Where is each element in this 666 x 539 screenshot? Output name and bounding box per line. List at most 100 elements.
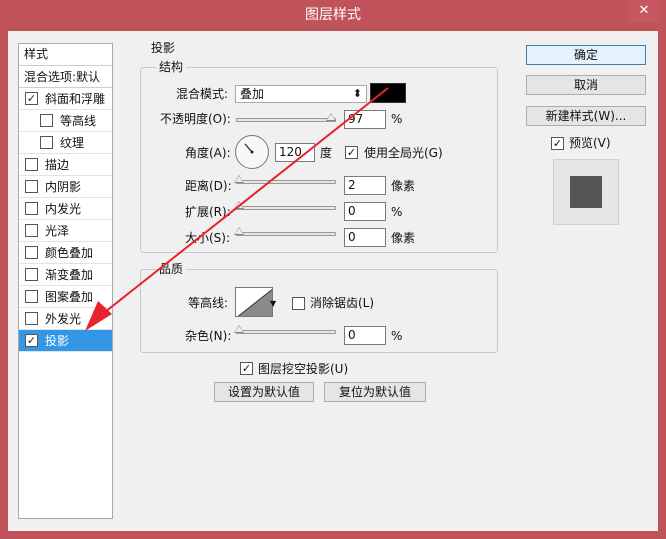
style-item-checkbox[interactable] xyxy=(25,202,38,215)
style-item[interactable]: 渐变叠加 xyxy=(19,264,112,286)
knockout-label[interactable]: 图层挖空投影(U) xyxy=(258,359,348,379)
noise-slider-thumb[interactable] xyxy=(234,325,244,333)
contour-dropdown-icon[interactable]: ▼ xyxy=(270,294,276,314)
size-slider-thumb[interactable] xyxy=(234,227,244,235)
style-item-label: 图案叠加 xyxy=(45,290,94,304)
style-item[interactable]: 光泽 xyxy=(19,220,112,242)
angle-dial[interactable] xyxy=(235,135,269,169)
style-item[interactable]: 颜色叠加 xyxy=(19,242,112,264)
structure-title: 结构 xyxy=(156,60,187,74)
opacity-input[interactable]: 97 xyxy=(344,110,386,129)
anti-alias-label[interactable]: 消除锯齿(L) xyxy=(310,293,374,313)
noise-label: 杂色(N): xyxy=(185,329,232,343)
blend-mode-label: 混合模式: xyxy=(176,87,229,101)
style-list: 样式 混合选项:默认 ✓ 斜面和浮雕等高线纹理描边内阴影内发光光泽颜色叠加渐变叠加… xyxy=(18,43,113,519)
style-item-label: 投影 xyxy=(45,334,70,348)
spread-input[interactable]: 0 xyxy=(344,202,386,221)
opacity-slider-track[interactable] xyxy=(236,118,336,122)
distance-slider-track[interactable] xyxy=(236,180,336,184)
style-item-label: 内发光 xyxy=(45,202,82,216)
style-item[interactable]: 图案叠加 xyxy=(19,286,112,308)
drop-shadow-title: 投影 xyxy=(148,41,179,55)
opacity-label: 不透明度(O): xyxy=(160,112,231,126)
noise-slider-track[interactable] xyxy=(236,330,336,334)
angle-label: 角度(A): xyxy=(185,146,231,160)
style-item-checkbox[interactable] xyxy=(25,180,38,193)
style-item-checkbox[interactable]: ✓ xyxy=(25,92,38,105)
style-item[interactable]: 等高线 xyxy=(19,110,112,132)
spread-label: 扩展(R): xyxy=(185,205,231,219)
size-label: 大小(S): xyxy=(185,231,231,245)
style-item-checkbox[interactable] xyxy=(25,290,38,303)
ok-button[interactable]: 确定 xyxy=(526,45,646,65)
distance-unit: 像素 xyxy=(391,179,416,193)
style-item-label: 外发光 xyxy=(45,312,82,326)
blend-mode-select[interactable]: 叠加 ⬍ xyxy=(235,85,367,103)
style-preview xyxy=(553,159,619,225)
linear-contour-icon xyxy=(237,288,272,316)
distance-input[interactable]: 2 xyxy=(344,176,386,195)
size-unit: 像素 xyxy=(391,231,416,245)
noise-input[interactable]: 0 xyxy=(344,326,386,345)
style-item[interactable]: 内发光 xyxy=(19,198,112,220)
style-item[interactable]: 内阴影 xyxy=(19,176,112,198)
close-button[interactable]: ✕ xyxy=(628,0,660,22)
style-item-checkbox[interactable] xyxy=(40,136,53,149)
style-item-label: 纹理 xyxy=(60,136,85,150)
style-item-checkbox[interactable] xyxy=(25,246,38,259)
style-item-label: 光泽 xyxy=(45,224,70,238)
spread-slider-thumb[interactable] xyxy=(234,201,244,209)
anti-alias-checkbox[interactable] xyxy=(292,297,305,310)
spread-unit: % xyxy=(391,205,403,219)
shadow-color-swatch[interactable] xyxy=(370,83,406,103)
make-default-button[interactable]: 设置为默认值 xyxy=(214,382,314,402)
angle-unit: 度 xyxy=(320,146,333,160)
size-input[interactable]: 0 xyxy=(344,228,386,247)
global-light-label[interactable]: 使用全局光(G) xyxy=(364,143,443,163)
blend-options-item[interactable]: 混合选项:默认 xyxy=(19,66,112,88)
preview-thumbnail xyxy=(570,176,602,208)
preview-label[interactable]: 预览(V) xyxy=(569,133,611,153)
size-slider-track[interactable] xyxy=(236,232,336,236)
style-item-checkbox[interactable] xyxy=(25,158,38,171)
layer-style-window: 图层样式 ✕ 样式 混合选项:默认 ✓ 斜面和浮雕等高线纹理描边内阴影内发光光泽颜… xyxy=(0,0,666,539)
style-item[interactable]: 纹理 xyxy=(19,132,112,154)
global-light-checkbox[interactable]: ✓ xyxy=(345,146,358,159)
noise-unit: % xyxy=(391,329,403,343)
style-item-label: 内阴影 xyxy=(45,180,82,194)
distance-slider-thumb[interactable] xyxy=(234,175,244,183)
style-item-checkbox[interactable]: ✓ xyxy=(25,334,38,347)
contour-picker[interactable] xyxy=(235,287,273,317)
reset-default-button[interactable]: 复位为默认值 xyxy=(324,382,426,402)
opacity-slider-thumb[interactable] xyxy=(326,113,336,121)
blend-mode-value: 叠加 xyxy=(240,87,265,101)
title-bar[interactable]: 图层样式 xyxy=(0,0,666,31)
new-style-button[interactable]: 新建样式(W)... xyxy=(526,106,646,126)
contour-label: 等高线: xyxy=(188,296,229,310)
quality-title: 品质 xyxy=(156,262,187,276)
style-item-label: 颜色叠加 xyxy=(45,246,94,260)
style-item[interactable]: ✓ 斜面和浮雕 xyxy=(19,88,112,110)
angle-input[interactable]: 120 xyxy=(275,143,315,162)
distance-label: 距离(D): xyxy=(185,179,232,193)
style-list-header[interactable]: 样式 xyxy=(19,44,112,66)
dialog-client: 样式 混合选项:默认 ✓ 斜面和浮雕等高线纹理描边内阴影内发光光泽颜色叠加渐变叠加… xyxy=(8,31,658,531)
style-item-checkbox[interactable] xyxy=(40,114,53,127)
style-item-checkbox[interactable] xyxy=(25,312,38,325)
spread-slider-track[interactable] xyxy=(236,206,336,210)
angle-needle-icon xyxy=(244,143,254,154)
style-item-label: 描边 xyxy=(45,158,70,172)
knockout-checkbox[interactable]: ✓ xyxy=(240,362,253,375)
cancel-button[interactable]: 取消 xyxy=(526,75,646,95)
style-item[interactable]: ✓ 投影 xyxy=(19,330,112,352)
style-item-checkbox[interactable] xyxy=(25,268,38,281)
style-item-label: 斜面和浮雕 xyxy=(45,92,106,106)
style-item-checkbox[interactable] xyxy=(25,224,38,237)
style-item-label: 渐变叠加 xyxy=(45,268,94,282)
preview-checkbox[interactable]: ✓ xyxy=(551,137,564,150)
opacity-unit: % xyxy=(391,112,403,126)
style-item[interactable]: 描边 xyxy=(19,154,112,176)
style-item-label: 等高线 xyxy=(60,114,97,128)
window-title: 图层样式 xyxy=(305,7,361,23)
style-item[interactable]: 外发光 xyxy=(19,308,112,330)
